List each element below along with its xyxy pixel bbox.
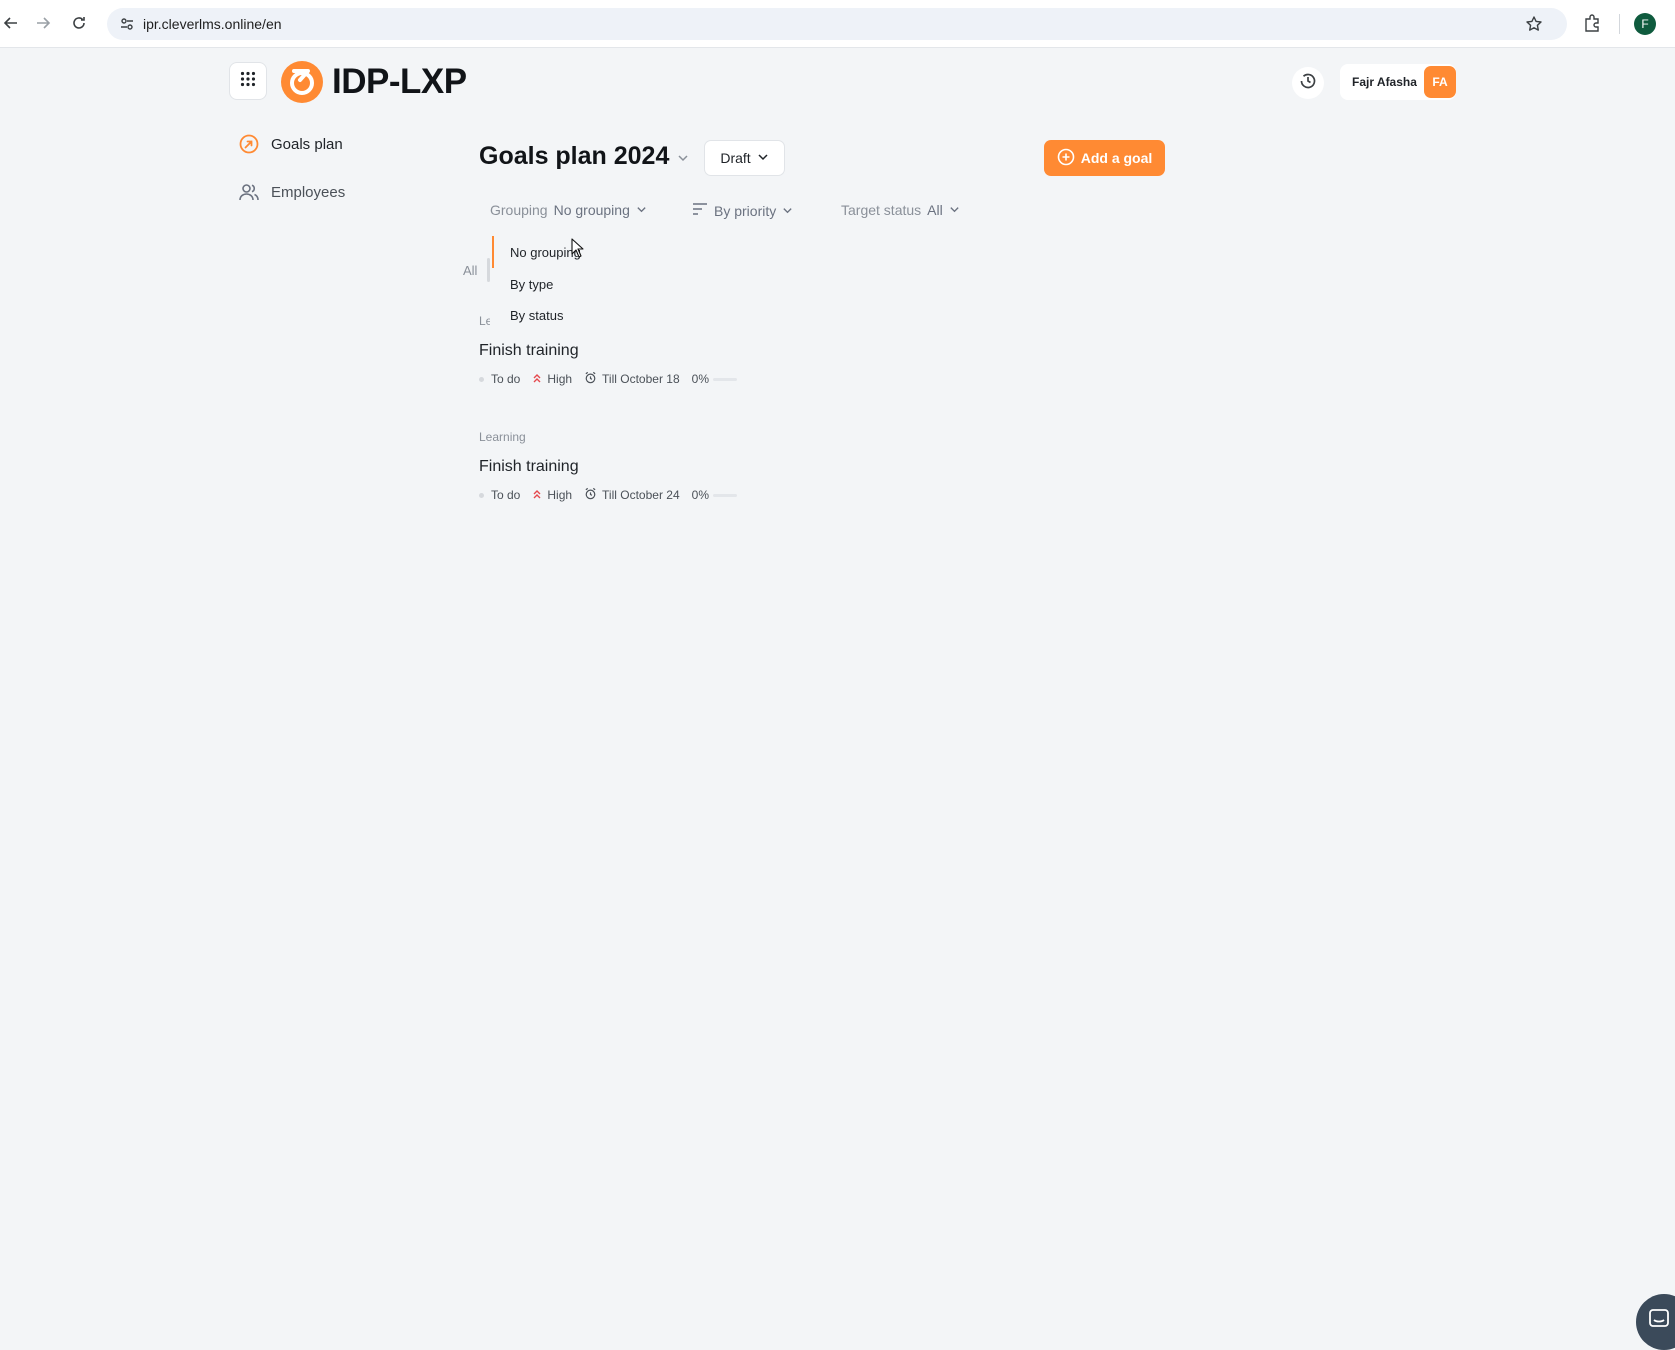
- forward-arrow-icon[interactable]: [32, 12, 54, 34]
- chat-icon: [1648, 1308, 1670, 1335]
- add-goal-label: Add a goal: [1080, 150, 1153, 166]
- tab-all[interactable]: All: [463, 263, 477, 278]
- add-goal-button[interactable]: Add a goal: [1044, 140, 1165, 176]
- sidebar-item-employees[interactable]: Employees: [238, 180, 345, 204]
- goal-status: To do: [491, 372, 521, 386]
- target-status-label: Target status: [841, 202, 922, 218]
- brand-name[interactable]: IDP-LXP: [332, 60, 467, 104]
- grouping-option-by-type[interactable]: By type: [510, 277, 553, 292]
- priority-high-icon: [532, 372, 542, 386]
- user-menu[interactable]: Fajr Afasha FA: [1340, 64, 1456, 100]
- goal-title[interactable]: Finish training: [479, 342, 579, 360]
- browser-profile-avatar[interactable]: F: [1634, 13, 1656, 35]
- sort-lines-icon: [692, 202, 708, 219]
- goal-deadline: Till October 24: [602, 488, 680, 502]
- status-dot-icon: [479, 492, 484, 498]
- bookmark-star-icon[interactable]: [1525, 15, 1543, 38]
- plus-circle-icon: [1057, 148, 1075, 169]
- selected-option-indicator: [492, 236, 494, 268]
- address-bar[interactable]: ipr.cleverlms.online/en: [107, 8, 1567, 40]
- goal-title[interactable]: Finish training: [479, 458, 579, 476]
- user-name: Fajr Afasha: [1352, 75, 1417, 89]
- url-text[interactable]: ipr.cleverlms.online/en: [143, 16, 282, 32]
- brand-logo-icon[interactable]: [280, 60, 324, 104]
- goal-priority: High: [547, 488, 573, 502]
- priority-high-icon: [532, 488, 542, 502]
- goal-progress-bar: [712, 493, 737, 497]
- sidebar-item-goals-plan[interactable]: Goals plan: [238, 132, 343, 156]
- alarm-clock-icon: [584, 487, 597, 503]
- grouping-value: No grouping: [553, 202, 630, 218]
- sidebar-item-label: Goals plan: [271, 135, 343, 153]
- reload-icon[interactable]: [68, 12, 90, 34]
- goal-priority: High: [547, 372, 573, 386]
- goal-status: To do: [491, 488, 521, 502]
- target-arrow-icon: [238, 133, 260, 155]
- toolbar-separator: [1619, 14, 1620, 34]
- page-title: Goals plan 2024: [479, 142, 670, 170]
- browser-toolbar: ipr.cleverlms.online/en F: [0, 0, 1675, 48]
- grouping-filter[interactable]: Grouping No grouping: [490, 202, 647, 218]
- history-button[interactable]: [1292, 67, 1324, 99]
- target-status-filter[interactable]: Target status All: [841, 202, 960, 218]
- plan-status-dropdown[interactable]: Draft: [704, 140, 785, 176]
- goal-meta: To do High Till October 18 0%: [479, 370, 737, 388]
- chevron-down-icon: [949, 202, 960, 218]
- goal-progress-label: 0%: [691, 488, 709, 502]
- apps-grid-button[interactable]: [229, 62, 267, 100]
- sort-filter[interactable]: By priority: [692, 202, 793, 219]
- user-avatar: FA: [1424, 66, 1456, 98]
- chevron-down-icon: [782, 203, 793, 219]
- clock-history-icon: [1298, 71, 1318, 96]
- grid-dots-icon: [240, 71, 256, 92]
- plan-status-label: Draft: [720, 150, 751, 166]
- chevron-down-icon: [757, 150, 769, 166]
- target-status-value: All: [927, 202, 943, 218]
- back-arrow-icon[interactable]: [0, 12, 22, 34]
- site-settings-icon[interactable]: [119, 16, 135, 37]
- alarm-clock-icon: [584, 371, 597, 387]
- goal-progress-label: 0%: [691, 372, 709, 386]
- mouse-pointer-icon: [571, 238, 585, 263]
- chevron-down-icon: [636, 202, 647, 218]
- goal-meta: To do High Till October 24 0%: [479, 486, 737, 504]
- goal-progress-bar: [712, 377, 737, 381]
- status-dot-icon: [479, 376, 484, 382]
- users-icon: [238, 181, 260, 203]
- chevron-down-icon: [677, 142, 689, 171]
- goal-type-label: Learning: [479, 430, 526, 444]
- extensions-puzzle-icon[interactable]: [1582, 13, 1602, 38]
- sidebar-item-label: Employees: [271, 183, 346, 201]
- sort-value: By priority: [714, 202, 777, 219]
- goal-deadline: Till October 18: [602, 372, 680, 386]
- grouping-option-by-status[interactable]: By status: [510, 308, 563, 323]
- grouping-label: Grouping: [490, 202, 548, 218]
- plan-title-selector[interactable]: Goals plan 2024: [479, 142, 689, 171]
- support-chat-button[interactable]: [1636, 1294, 1675, 1350]
